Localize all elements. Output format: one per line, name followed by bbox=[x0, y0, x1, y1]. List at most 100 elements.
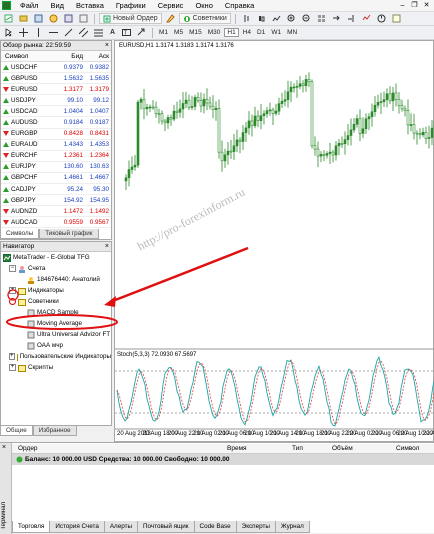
menu-charts[interactable]: Графики bbox=[110, 1, 152, 10]
navigator-icon[interactable] bbox=[47, 13, 60, 24]
timeframe-h1[interactable]: H1 bbox=[224, 28, 239, 37]
vertical-line-icon[interactable] bbox=[32, 27, 45, 38]
market-watch-row[interactable]: USDCHF 0.9379 0.9382 bbox=[1, 62, 111, 74]
column-ask[interactable]: Аск bbox=[83, 51, 111, 61]
column-volume[interactable]: Объём bbox=[332, 444, 353, 454]
equidistant-channel-icon[interactable] bbox=[77, 27, 90, 38]
tree-ea-item[interactable]: MACD Sample bbox=[1, 307, 111, 318]
profiles-icon[interactable] bbox=[17, 13, 30, 24]
line-chart-icon[interactable] bbox=[270, 13, 283, 24]
close-icon[interactable]: × bbox=[105, 242, 109, 252]
tab-experts[interactable]: Эксперты bbox=[235, 521, 276, 533]
menu-file[interactable]: Файл bbox=[14, 1, 44, 10]
market-watch-row[interactable]: AUDCAD 0.9559 0.9567 bbox=[1, 217, 111, 229]
cursor-icon[interactable] bbox=[2, 27, 15, 38]
column-symbol[interactable]: Символ bbox=[1, 51, 51, 61]
tree-custom-indicators[interactable]: + Пользовательские Индикаторы bbox=[1, 351, 111, 362]
zoom-in-icon[interactable] bbox=[285, 13, 298, 24]
market-watch-row[interactable]: EURCHF 1.2361 1.2364 bbox=[1, 151, 111, 162]
tab-tick-chart[interactable]: Тиковый график bbox=[39, 229, 99, 239]
zoom-out-icon[interactable] bbox=[300, 13, 313, 24]
tab-mailbox[interactable]: Почтовый ящик bbox=[137, 521, 195, 533]
tree-root[interactable]: MetaTrader - E-Global TFG bbox=[1, 252, 111, 263]
restore-icon[interactable]: ❐ bbox=[410, 2, 419, 10]
timeframe-m30[interactable]: M30 bbox=[206, 29, 223, 36]
collapse-icon[interactable]: − bbox=[9, 265, 16, 272]
trendline-icon[interactable] bbox=[62, 27, 75, 38]
tile-icon[interactable] bbox=[315, 13, 328, 24]
minimize-icon[interactable]: – bbox=[398, 2, 407, 10]
expand-icon[interactable]: + bbox=[9, 287, 16, 294]
menu-view[interactable]: Вид bbox=[44, 1, 70, 10]
autoscroll-icon[interactable] bbox=[330, 13, 343, 24]
timeframe-m15[interactable]: M15 bbox=[187, 29, 204, 36]
tab-alerts[interactable]: Алерты bbox=[103, 521, 139, 533]
metaeditor-icon[interactable] bbox=[164, 13, 177, 24]
tab-code-base[interactable]: Code Base bbox=[193, 521, 237, 533]
market-watch-row[interactable]: EURGBP 0.8428 0.8431 bbox=[1, 129, 111, 140]
market-watch-row[interactable]: GBPJPY 154.92 154.95 bbox=[1, 195, 111, 207]
timeframe-mn[interactable]: MN bbox=[285, 29, 299, 36]
market-watch-row[interactable]: AUDUSD 0.9184 0.9187 bbox=[1, 117, 111, 129]
expand-icon[interactable]: + bbox=[9, 364, 16, 371]
new-order-button[interactable]: Новый Ордер bbox=[99, 13, 162, 24]
tab-symbols[interactable]: Символы bbox=[0, 229, 40, 239]
market-watch-row[interactable]: EURUSD 1.3177 1.3179 bbox=[1, 84, 111, 96]
column-type[interactable]: Тип bbox=[292, 444, 303, 454]
balance-row[interactable]: Баланс: 10 000.00 USD Средства: 10 000.0… bbox=[12, 454, 434, 465]
market-watch-row[interactable]: GBPCHF 1.4661 1.4667 bbox=[1, 173, 111, 185]
tree-indicators[interactable]: + Индикаторы bbox=[1, 285, 111, 296]
tree-account-item[interactable]: 184676440: Анатолий bbox=[1, 274, 111, 285]
fibonacci-icon[interactable] bbox=[92, 27, 105, 38]
timeframe-m5[interactable]: M5 bbox=[172, 29, 185, 36]
market-watch-row[interactable]: CADJPY 95.24 95.30 bbox=[1, 184, 111, 196]
menu-help[interactable]: Справка bbox=[219, 1, 260, 10]
collapse-icon[interactable]: − bbox=[9, 298, 16, 305]
tab-account-history[interactable]: История Счета bbox=[49, 521, 105, 533]
tab-trade[interactable]: Торговля bbox=[12, 521, 51, 533]
tester-icon[interactable] bbox=[77, 13, 90, 24]
column-order[interactable]: Ордер bbox=[18, 444, 38, 454]
timeframe-w1[interactable]: W1 bbox=[269, 29, 283, 36]
bar-chart-icon[interactable] bbox=[240, 13, 253, 24]
timeframe-h4[interactable]: H4 bbox=[241, 29, 253, 36]
timeframe-d1[interactable]: D1 bbox=[255, 29, 267, 36]
market-watch-icon[interactable] bbox=[32, 13, 45, 24]
tree-ea-item-highlighted[interactable]: Ultra Universal Advizor FT bbox=[1, 329, 111, 340]
tab-favorites[interactable]: Избранное bbox=[32, 426, 77, 436]
tree-ea-item[interactable]: ОАА мчр bbox=[1, 340, 111, 351]
market-watch-row[interactable]: GBPUSD 1.5632 1.5635 bbox=[1, 73, 111, 85]
horizontal-line-icon[interactable] bbox=[47, 27, 60, 38]
chart-shift-icon[interactable] bbox=[345, 13, 358, 24]
chart-window[interactable]: EURUSD,H1 1.3174 1.3183 1.3174 1.3176 St… bbox=[114, 40, 434, 442]
close-icon[interactable]: × bbox=[105, 41, 109, 51]
market-watch-row[interactable]: AUDNZD 1.1472 1.1492 bbox=[1, 206, 111, 218]
market-watch-row[interactable]: EURAUD 1.4343 1.4353 bbox=[1, 140, 111, 151]
new-chart-icon[interactable] bbox=[2, 13, 15, 24]
timeframe-m1[interactable]: M1 bbox=[157, 29, 170, 36]
tab-common[interactable]: Общие bbox=[0, 426, 33, 436]
tree-advisors[interactable]: − Советники bbox=[1, 296, 111, 307]
close-icon[interactable]: × bbox=[2, 444, 6, 451]
menu-tools[interactable]: Сервис bbox=[152, 1, 190, 10]
terminal-icon[interactable] bbox=[62, 13, 75, 24]
market-watch-row[interactable]: USDCAD 1.0404 1.0407 bbox=[1, 106, 111, 118]
advisors-button[interactable]: Советники bbox=[178, 13, 231, 24]
market-watch-row[interactable]: EURJPY 130.60 130.63 bbox=[1, 162, 111, 173]
column-time[interactable]: Время bbox=[227, 444, 247, 454]
column-bid[interactable]: Бид bbox=[51, 51, 83, 61]
column-symbol[interactable]: Символ bbox=[396, 444, 419, 454]
tree-ea-item[interactable]: Moving Average bbox=[1, 318, 111, 329]
arrows-icon[interactable] bbox=[135, 27, 148, 38]
periods-icon[interactable] bbox=[375, 13, 388, 24]
tab-journal[interactable]: Журнал bbox=[274, 521, 310, 533]
tree-scripts[interactable]: + Скрипты bbox=[1, 362, 111, 373]
menu-insert[interactable]: Вставка bbox=[70, 1, 110, 10]
crosshair-icon[interactable] bbox=[17, 27, 30, 38]
text-tool-icon[interactable]: A bbox=[107, 27, 118, 38]
tree-accounts[interactable]: − Счета bbox=[1, 263, 111, 274]
indicators-icon[interactable] bbox=[360, 13, 373, 24]
text-label-icon[interactable]: T bbox=[120, 27, 133, 38]
templates-icon[interactable] bbox=[390, 13, 403, 24]
market-watch-row[interactable]: USDJPY 99.10 99.12 bbox=[1, 95, 111, 107]
